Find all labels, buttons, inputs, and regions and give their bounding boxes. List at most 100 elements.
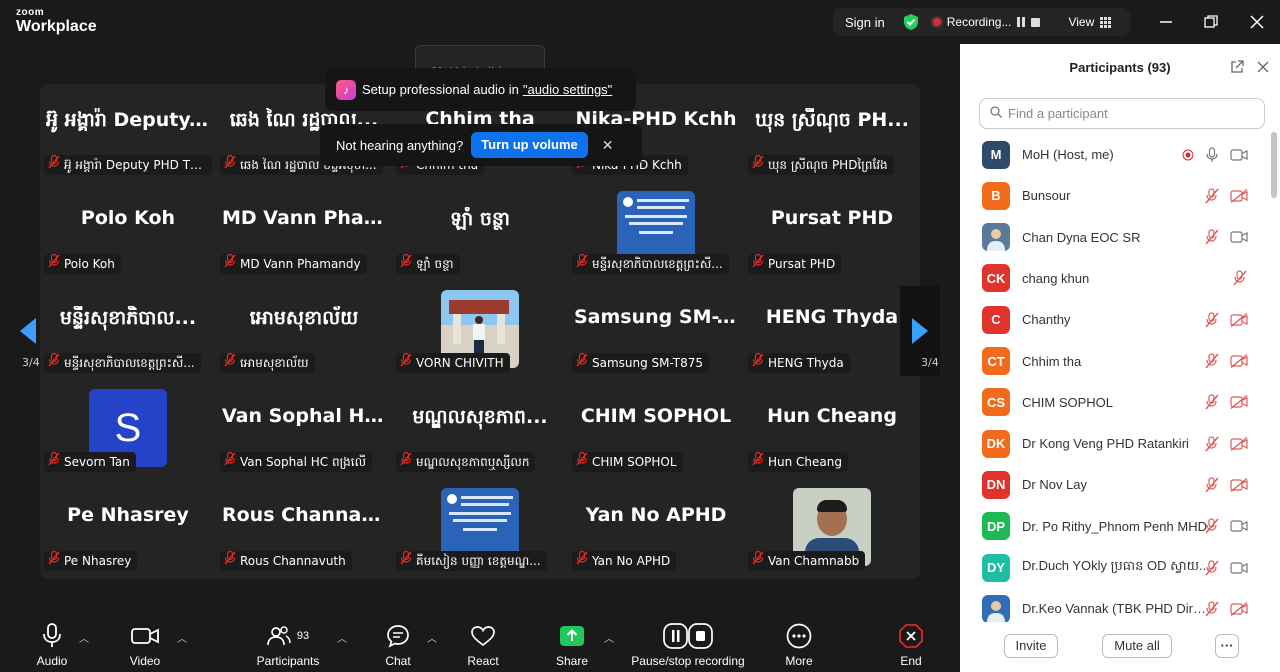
mic-muted-icon[interactable] xyxy=(1204,559,1220,576)
security-shield-icon[interactable] xyxy=(903,13,919,31)
video-tile[interactable]: HENG Thyda HENG Thyda xyxy=(744,282,920,381)
video-tile[interactable]: CHIM SOPHOL CHIM SOPHOL xyxy=(568,381,744,480)
tile-name-label: HENG Thyda xyxy=(748,353,850,373)
audio-settings-link[interactable]: "audio settings" xyxy=(523,82,612,97)
video-tile[interactable]: Van Sophal HC... Van Sophal HC ពង្រលើ xyxy=(216,381,392,480)
invite-button[interactable]: Invite xyxy=(1004,634,1058,658)
video-tile[interactable]: Samsung SM-T... Samsung SM-T875 xyxy=(568,282,744,381)
mic-muted-icon[interactable] xyxy=(1204,435,1220,452)
participant-row[interactable]: Chan Dyna EOC SR xyxy=(960,217,1270,258)
video-tile[interactable]: អោមសុខាល័យ អោមសុខាល័យ xyxy=(216,282,392,381)
turn-up-volume-button[interactable]: Turn up volume xyxy=(471,132,588,158)
participant-row[interactable]: DN Dr Nov Lay xyxy=(960,464,1270,505)
audio-options-chevron-icon[interactable]: ︿ xyxy=(79,630,89,645)
participant-row[interactable]: B Bunsour xyxy=(960,175,1270,216)
video-camera-icon[interactable] xyxy=(1230,561,1248,575)
share-button[interactable]: Share xyxy=(555,622,589,672)
mic-muted-icon[interactable] xyxy=(1204,477,1220,493)
video-off-icon[interactable] xyxy=(1230,477,1248,492)
participant-row[interactable]: DP Dr. Po Rithy_Phnom Penh MHD xyxy=(960,506,1270,547)
participant-row[interactable]: CT Chhim tha xyxy=(960,341,1270,382)
video-off-icon[interactable] xyxy=(1230,312,1248,327)
close-toast-icon[interactable]: ✕ xyxy=(602,137,614,154)
react-button[interactable]: React xyxy=(466,622,500,672)
video-tile[interactable]: គីមសៀន បញ្ញា ខេត្តមណ្ឌ... xyxy=(392,480,568,579)
pause-recording-icon[interactable] xyxy=(1017,17,1026,27)
restore-window-icon[interactable] xyxy=(1201,12,1221,32)
sign-in-button[interactable]: Sign in xyxy=(845,15,885,30)
video-tile[interactable]: មន្ទីរសុខាភិបាល... មន្ទីរសុខាភិបាលខេត្តព្… xyxy=(40,282,216,381)
video-camera-icon[interactable] xyxy=(1230,148,1248,162)
video-tile[interactable]: S Sevorn Tan xyxy=(40,381,216,480)
mic-muted-icon xyxy=(752,254,764,274)
participant-row[interactable]: M MoH (Host, me) xyxy=(960,134,1270,175)
close-window-icon[interactable] xyxy=(1247,12,1267,32)
video-off-icon[interactable] xyxy=(1230,188,1248,203)
participant-row[interactable]: Dr.Keo Vannak (TBK PHD Direct... xyxy=(960,588,1270,622)
mic-muted-icon[interactable] xyxy=(1204,601,1220,617)
participant-search-box[interactable]: Find a participant xyxy=(979,98,1265,129)
top-bar: zoom Workplace Sign in Recording... View xyxy=(0,0,1280,44)
more-options-button[interactable]: ··· xyxy=(1215,634,1239,658)
mic-muted-icon[interactable] xyxy=(1204,353,1220,369)
video-tile[interactable]: Pe Nhasrey Pe Nhasrey xyxy=(40,480,216,579)
participant-row[interactable]: CS CHIM SOPHOL xyxy=(960,382,1270,423)
video-camera-icon[interactable] xyxy=(1230,519,1248,533)
chat-options-chevron-icon[interactable]: ︿ xyxy=(427,630,437,645)
video-tile[interactable]: អ៊ូ អង្គារ៉ា Deputy... អ៊ូ អង្គារ៉ា Deput… xyxy=(40,84,216,183)
minimize-window-icon[interactable] xyxy=(1156,12,1176,32)
mic-muted-icon xyxy=(224,254,236,274)
video-tile[interactable]: Van Chamnabb xyxy=(744,480,920,579)
mic-muted-icon[interactable] xyxy=(1204,229,1220,245)
audio-button[interactable]: Audio xyxy=(34,622,70,672)
video-tile[interactable]: ឡាំ ចន្ថា ឡាំ ចន្ថា xyxy=(392,183,568,282)
video-options-chevron-icon[interactable]: ︿ xyxy=(177,630,187,645)
participant-name: Chhim tha xyxy=(1022,353,1082,369)
participant-list-scrollbar[interactable] xyxy=(1271,132,1277,198)
video-off-icon[interactable] xyxy=(1230,354,1248,368)
participants-options-chevron-icon[interactable]: ︿ xyxy=(337,630,347,645)
video-tile[interactable]: VORN CHIVITH xyxy=(392,282,568,381)
video-off-icon[interactable] xyxy=(1230,436,1248,451)
close-panel-icon[interactable] xyxy=(1254,58,1272,76)
video-off-icon[interactable] xyxy=(1230,395,1248,410)
pause-stop-recording-button[interactable]: Pause/stop recording xyxy=(628,622,748,672)
participant-row[interactable]: DY Dr.Duch YOkly ប្រធាន OD ស្វាយ... xyxy=(960,547,1270,588)
video-tile[interactable]: Rous Channavuth Rous Channavuth xyxy=(216,480,392,579)
participant-avatar: DY xyxy=(982,553,1010,582)
mic-muted-icon[interactable] xyxy=(1204,312,1220,328)
video-button[interactable]: Video xyxy=(126,622,164,672)
video-tile[interactable]: Hun Cheang Hun Cheang xyxy=(744,381,920,480)
video-tile[interactable]: ឃុន ស្រីណុច PH... ឃុន ស្រីណុច PHDព្រៃវែង xyxy=(744,84,920,183)
view-button[interactable]: View xyxy=(1068,15,1112,29)
video-tile[interactable]: មណ្ឌលសុខភាព... មណ្ឌលសុខភាពឬស្សីលក xyxy=(392,381,568,480)
end-meeting-button[interactable]: End xyxy=(896,622,926,672)
video-off-icon[interactable] xyxy=(1230,601,1248,616)
mic-muted-icon[interactable] xyxy=(1232,270,1248,286)
video-tile[interactable]: មន្ទីរសុខាភិបាលខេត្តព្រះសី... xyxy=(568,183,744,282)
recording-icon[interactable] xyxy=(1182,149,1194,161)
mic-muted-icon[interactable] xyxy=(1204,188,1220,204)
mic-muted-icon[interactable] xyxy=(1204,394,1220,410)
chat-button[interactable]: Chat xyxy=(384,622,412,672)
stop-recording-icon[interactable] xyxy=(1031,17,1041,27)
share-options-chevron-icon[interactable]: ︿ xyxy=(604,630,614,645)
tile-display-name: Hun Cheang xyxy=(767,405,897,427)
video-tile[interactable]: Pursat PHD Pursat PHD xyxy=(744,183,920,282)
video-tile[interactable]: MD Vann Pham... MD Vann Phamandy xyxy=(216,183,392,282)
video-camera-icon[interactable] xyxy=(1230,230,1248,244)
tile-label-text: មន្ទីរសុខាភិបាលខេត្តព្រះសី... xyxy=(592,257,723,271)
participants-button[interactable]: 93 Participants xyxy=(254,622,322,672)
participant-row[interactable]: CK chang khun xyxy=(960,258,1270,299)
mute-all-button[interactable]: Mute all xyxy=(1102,634,1172,658)
video-tile[interactable]: Polo Koh Polo Koh xyxy=(40,183,216,282)
more-button[interactable]: More xyxy=(784,622,814,672)
participant-avatar: CS xyxy=(982,388,1010,417)
microphone-icon[interactable] xyxy=(1204,146,1220,163)
video-tile[interactable]: Yan No APHD Yan No APHD xyxy=(568,480,744,579)
participant-row[interactable]: DK Dr Kong Veng PHD Ratankiri xyxy=(960,423,1270,464)
participant-row[interactable]: C Chanthy xyxy=(960,299,1270,340)
popout-icon[interactable] xyxy=(1228,58,1246,76)
heart-icon xyxy=(470,622,496,650)
mic-muted-icon[interactable] xyxy=(1204,518,1220,534)
